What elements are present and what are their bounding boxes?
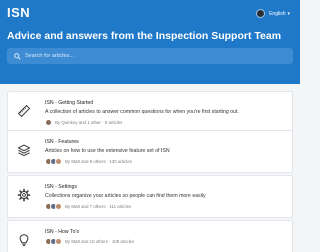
collection-title: ISN - Features: [45, 139, 79, 145]
hero-header: ISN English ▾ Advice and answers from th…: [0, 0, 300, 84]
avatar: [55, 158, 62, 165]
collection-description: A collection of articles to answer commo…: [45, 109, 239, 115]
avatar: [55, 238, 62, 245]
logo[interactable]: ISN: [7, 5, 30, 20]
language-avatar: [256, 9, 266, 18]
collection-meta: By Matt and 7 others · 111 articles: [45, 203, 131, 210]
lightbulb-icon: [19, 234, 29, 247]
collection-meta-text: By Matt and 8 others · 130 articles: [65, 159, 132, 164]
search-icon: [14, 52, 21, 60]
author-avatars: [45, 158, 62, 165]
chevron-down-icon: ▾: [287, 10, 290, 17]
page-title: Advice and answers from the Inspection S…: [7, 30, 282, 42]
author-avatars: [45, 238, 62, 245]
author-avatars: [45, 203, 62, 210]
collection-meta: By Matt and 8 others · 130 articles: [45, 158, 132, 165]
collection-card-getting-started[interactable]: ISN - Getting Started A collection of ar…: [7, 91, 293, 134]
ruler-icon: [17, 104, 31, 118]
collection-card-how-tos[interactable]: ISN - How To's By Matt and 10 others · 1…: [7, 220, 293, 252]
search-input[interactable]: Search for articles...: [7, 48, 293, 64]
collection-meta: By Quinkey and 1 other · 8 articles: [45, 119, 122, 126]
collection-description: Articles on how to use the extensive fea…: [45, 148, 170, 154]
avatar: [55, 203, 62, 210]
collection-meta-text: By Matt and 10 others · 108 articles: [65, 239, 135, 244]
language-label: English: [269, 10, 286, 17]
avatar: [45, 119, 52, 126]
collection-card-features[interactable]: ISN - Features Articles on how to use th…: [7, 130, 293, 173]
collection-description: Collections organize your articles so pe…: [45, 193, 206, 199]
language-selector[interactable]: English ▾: [256, 9, 290, 18]
collection-meta-text: By Matt and 7 others · 111 articles: [65, 204, 132, 209]
collection-title: ISN - Settings: [45, 184, 78, 190]
collection-title: ISN - Getting Started: [45, 100, 94, 106]
gear-icon: [17, 188, 31, 202]
author-avatars: [45, 119, 52, 126]
collection-card-settings[interactable]: ISN - Settings Collections organize your…: [7, 175, 293, 218]
search-placeholder: Search for articles...: [25, 53, 74, 59]
collection-title: ISN - How To's: [45, 229, 80, 235]
collection-meta: By Matt and 10 others · 108 articles: [45, 238, 134, 245]
collection-meta-text: By Quinkey and 1 other · 8 articles: [55, 120, 123, 125]
layers-icon: [17, 144, 31, 157]
